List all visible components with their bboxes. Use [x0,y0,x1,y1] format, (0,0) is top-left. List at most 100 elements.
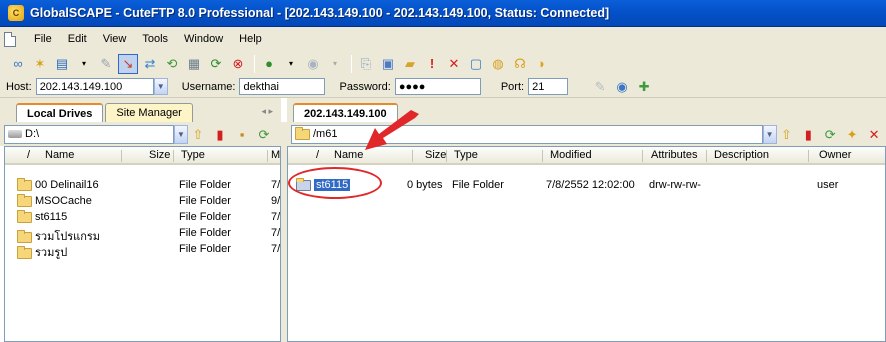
menu-file[interactable]: File [26,33,60,45]
file-name: MSOCache [35,195,92,207]
up-folder-icon[interactable]: ⇧ [188,124,208,144]
list-item[interactable]: st6115 File Folder 7/ [5,209,280,225]
bookmark-icon[interactable]: ▮ [210,124,230,144]
chevron-down-icon[interactable]: ▾ [281,54,301,74]
new-icon[interactable]: ▤ [52,54,72,74]
document-icon[interactable] [4,31,16,47]
wizard-icon[interactable]: ✶ [30,54,50,74]
exclamation-icon[interactable]: ! [422,54,442,74]
local-path-input[interactable]: D:\ [4,124,174,144]
col-sort[interactable]: / [316,149,319,161]
copy-icon[interactable]: ⎘ [356,54,376,74]
tab-local-drives[interactable]: Local Drives [16,103,104,122]
local-path-dropdown[interactable]: ▼ [174,124,188,144]
folder-tools-icon[interactable]: ▪ [232,124,252,144]
queue-icon[interactable]: ▦ [184,54,204,74]
password-input[interactable] [394,78,481,95]
quick-connect-bar: Host: ▼ Username: Password: Port: ✎ ◉ ✚ [0,76,886,98]
col-attributes[interactable]: Attributes [651,149,697,161]
toolbar-separator [351,54,352,73]
edit-icon[interactable]: ✎ [96,54,116,74]
menu-tools[interactable]: Tools [134,33,176,45]
remote-path-dropdown[interactable]: ▼ [762,124,777,144]
sync-icon[interactable]: ⟳ [254,124,274,144]
username-input[interactable] [239,78,326,95]
main-toolbar: ∞ ✶ ▤ ▾ ✎ ↘ ⇄ ⟲ ▦ ⟳ ⊗ ● ▾ ◉ ▾ ⎘ ▣ ▰ ! ✕ … [0,51,886,76]
list-item[interactable]: MSOCache File Folder 9/ [5,193,280,209]
col-type[interactable]: Type [181,149,205,161]
menu-view[interactable]: View [95,33,135,45]
headphones-icon[interactable]: ☊ [510,54,530,74]
disconnect-icon[interactable]: ⇄ [140,54,160,74]
connect-globe-icon[interactable]: ◉ [612,77,632,97]
toolbar-separator [254,54,255,73]
file-modified: 7/8/2552 12:02:00 [546,179,635,191]
folder-icon [17,245,32,259]
remote-path-input[interactable]: /m61 [291,124,763,144]
schedule-icon[interactable]: ◍ [488,54,508,74]
tab-remote-site[interactable]: 202.143.149.100 [293,103,398,122]
menu-help[interactable]: Help [231,33,270,45]
reconnect-icon[interactable]: ⟲ [162,54,182,74]
local-path-text: D:\ [25,128,40,140]
refresh-icon[interactable]: ⟳ [206,54,226,74]
list-item[interactable]: st6115 0 bytes File Folder 7/8/2552 12:0… [288,177,885,193]
go-icon[interactable]: ● [259,54,279,74]
list-item[interactable]: รวมรูป File Folder 7/ [5,241,280,259]
tab-scroll-arrows[interactable]: ◂ ▸ [261,106,273,117]
col-size[interactable]: Size [149,149,170,161]
local-file-list[interactable]: / Name Size Type M 00 Delinail16 File Fo… [4,146,281,342]
list-item[interactable]: 00 Delinail16 File Folder 7/ [5,177,280,193]
shield-icon[interactable]: ◗ [532,54,552,74]
username-label: Username: [181,80,236,93]
file-attributes: drw-rw-rw- [649,179,701,191]
remote-path-bar: /m61 ▼ ⇧ ▮ ⟳ ✦ ✕ [287,122,886,146]
properties-icon[interactable]: ▢ [466,54,486,74]
filter-icon[interactable]: ✦ [842,124,862,144]
chevron-down-icon[interactable]: ▾ [325,54,345,74]
window-title: GlobalSCAPE - CuteFTP 8.0 Professional -… [30,6,610,20]
remote-file-list[interactable]: / Name Size Type Modified Attributes Des… [287,146,886,342]
menu-edit[interactable]: Edit [60,33,95,45]
up-folder-icon[interactable]: ⇧ [777,124,797,144]
refresh-icon[interactable]: ⟳ [820,124,840,144]
col-owner[interactable]: Owner [819,149,851,161]
col-sort[interactable]: / [27,149,30,161]
cuteftp-app-icon[interactable]: C [8,5,24,21]
col-size[interactable]: Size [425,149,446,161]
stop-icon[interactable]: ⊗ [228,54,248,74]
folder-add-icon[interactable]: ▰ [400,54,420,74]
file-type: File Folder [179,211,231,223]
col-name[interactable]: Name [45,149,74,161]
col-description[interactable]: Description [714,149,769,161]
delete-icon[interactable]: ✕ [444,54,464,74]
menu-window[interactable]: Window [176,33,231,45]
folder-icon [17,193,32,207]
paste-icon[interactable]: ▣ [378,54,398,74]
port-input[interactable] [528,78,569,95]
col-name[interactable]: Name [334,149,363,161]
quick-connect-icon[interactable]: ↘ [118,53,138,74]
file-modified: 7/ [271,227,281,239]
chevron-down-icon[interactable]: ▾ [74,54,94,74]
folder-icon [295,126,310,140]
host-input[interactable] [35,78,154,95]
col-modified[interactable]: Modified [550,149,592,161]
connect-icon[interactable]: ∞ [8,54,28,74]
folder-icon [296,177,311,191]
connect-pen-icon[interactable]: ✎ [590,77,610,97]
host-dropdown-button[interactable]: ▼ [153,78,168,95]
col-modified[interactable]: M [271,149,280,161]
tab-site-manager[interactable]: Site Manager [105,103,193,122]
download-icon[interactable]: ◉ [303,54,323,74]
col-type[interactable]: Type [454,149,478,161]
file-type: File Folder [452,179,504,191]
list-item[interactable]: รวมโปรแกรม File Folder 7/ [5,225,281,243]
file-size: 0 bytes [407,179,443,191]
delete-icon[interactable]: ✕ [864,124,884,144]
bookmark-add-icon[interactable]: ✚ [634,77,654,97]
bookmark-icon[interactable]: ▮ [798,124,818,144]
local-path-bar: D:\ ▼ ⇧ ▮ ▪ ⟳ [0,122,281,146]
folder-icon [17,177,32,191]
file-name: รวมรูป [35,247,68,259]
